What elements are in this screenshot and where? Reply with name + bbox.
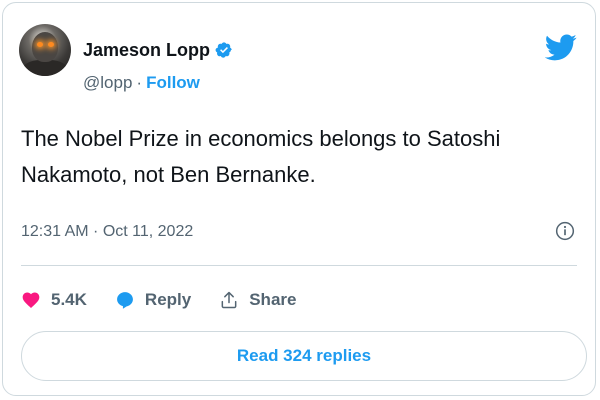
author-handle[interactable]: @lopp bbox=[83, 73, 132, 93]
follow-button[interactable]: Follow bbox=[146, 73, 200, 93]
author-name-row: Jameson Lopp bbox=[83, 39, 233, 61]
avatar-eye-left bbox=[37, 42, 43, 47]
like-count: 5.4K bbox=[51, 290, 87, 309]
read-replies-button[interactable]: Read 324 replies bbox=[21, 331, 587, 381]
avatar-face bbox=[32, 32, 58, 62]
author-name[interactable]: Jameson Lopp bbox=[83, 40, 210, 61]
divider bbox=[21, 265, 577, 266]
tweet-card: Jameson Lopp @lopp · Follow The Nobel Pr… bbox=[2, 2, 596, 396]
author-handle-row: @lopp · Follow bbox=[83, 73, 200, 93]
avatar-eye-right bbox=[48, 42, 54, 47]
verified-badge-icon bbox=[215, 41, 233, 59]
share-icon bbox=[219, 290, 239, 310]
avatar-body bbox=[21, 60, 69, 76]
heart-icon bbox=[21, 290, 41, 310]
avatar[interactable] bbox=[19, 24, 71, 76]
share-label: Share bbox=[249, 290, 297, 309]
share-button[interactable]: Share bbox=[219, 290, 296, 310]
tweet-actions: 5.4K Reply Share bbox=[21, 286, 324, 314]
twitter-bird-icon[interactable] bbox=[544, 31, 577, 63]
info-icon[interactable] bbox=[555, 221, 575, 241]
reply-button[interactable]: Reply bbox=[115, 290, 191, 310]
tweet-text: The Nobel Prize in economics belongs to … bbox=[21, 126, 501, 187]
tweet-timestamp[interactable]: 12:31 AM · Oct 11, 2022 bbox=[21, 223, 193, 241]
like-button[interactable]: 5.4K bbox=[21, 290, 87, 310]
reply-bubble-icon bbox=[115, 290, 135, 310]
handle-separator: · bbox=[136, 73, 143, 92]
reply-label: Reply bbox=[144, 290, 192, 309]
